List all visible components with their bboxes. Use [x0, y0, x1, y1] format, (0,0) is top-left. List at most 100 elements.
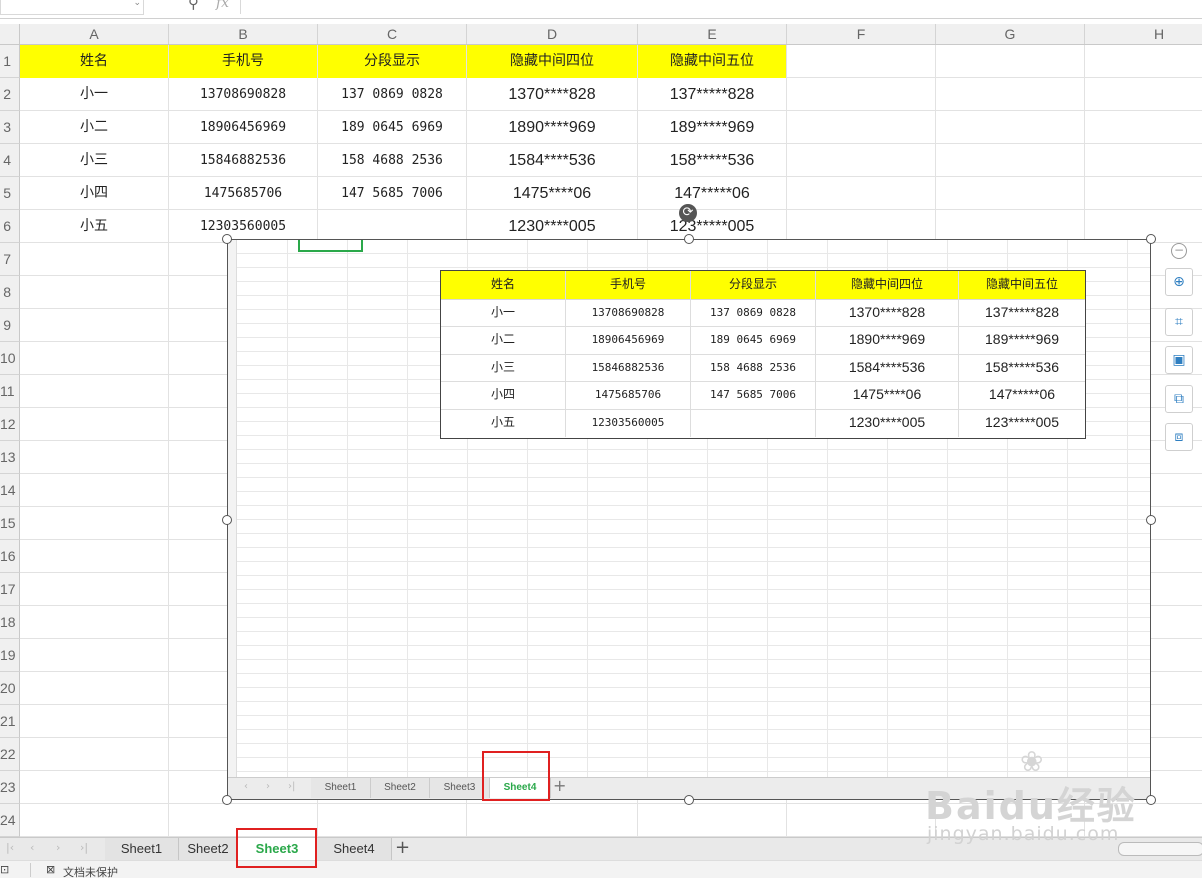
table-cell[interactable]: 18906456969	[169, 111, 317, 144]
table-cell[interactable]: 小一	[20, 78, 168, 111]
formula-bar: ⌄ ⚲ fx	[0, 0, 1202, 19]
resize-handle-ne[interactable]	[1146, 234, 1156, 244]
picture-cell: 12303560005	[566, 409, 691, 437]
resize-handle-n[interactable]	[684, 234, 694, 244]
picture-table-row: 小四 1475685706 147 5685 7006 1475****06 1…	[441, 381, 1085, 410]
zoom-icon[interactable]: ⚲	[188, 0, 199, 12]
resize-handle-se[interactable]	[1146, 795, 1156, 805]
picture-cell: 123*****005	[985, 414, 1059, 430]
table-cell[interactable]: 1370****828	[467, 78, 637, 111]
tab-sheet2[interactable]: Sheet2	[179, 838, 238, 860]
row-header[interactable]: 11	[0, 375, 20, 408]
table-cell[interactable]: 189*****969	[638, 111, 786, 144]
last-sheet-icon[interactable]: ›|	[80, 841, 88, 854]
zoom-in-icon[interactable]: ⊕	[1165, 268, 1193, 296]
select-image-icon[interactable]: ▣	[1165, 346, 1193, 374]
row-header[interactable]: 22	[0, 738, 20, 771]
picture-cell: 小一	[441, 298, 566, 327]
row-header[interactable]: 19	[0, 639, 20, 672]
row-header[interactable]: 10	[0, 342, 20, 375]
first-sheet-icon[interactable]: |‹	[6, 841, 14, 854]
table-cell[interactable]: 1890****969	[467, 111, 637, 144]
table-cell[interactable]: 147 5685 7006	[318, 177, 466, 210]
image-settings-icon[interactable]: ⧈	[1165, 423, 1193, 451]
row-header[interactable]: 15	[0, 507, 20, 540]
row-header[interactable]: 7	[0, 243, 20, 276]
select-all-corner[interactable]	[0, 24, 20, 44]
table-cell[interactable]: 189 0645 6969	[318, 111, 466, 144]
column-header-c[interactable]: C	[318, 24, 467, 44]
table-cell[interactable]: 15846882536	[169, 144, 317, 177]
row-header[interactable]: 1	[0, 45, 20, 78]
table-cell[interactable]: 1584****536	[467, 144, 637, 177]
table-cell[interactable]: 小三	[20, 144, 168, 177]
column-header-b[interactable]: B	[169, 24, 318, 44]
row-header[interactable]: 16	[0, 540, 20, 573]
picture-cell: 15846882536	[566, 353, 691, 382]
row-header[interactable]: 24	[0, 804, 20, 837]
row-header[interactable]: 18	[0, 606, 20, 639]
collapse-toolbar-button[interactable]: −	[1171, 243, 1187, 259]
header-cell[interactable]: 隐藏中间四位	[467, 45, 637, 78]
table-cell[interactable]: 137*****828	[638, 78, 786, 111]
crop-icon[interactable]: ⌗	[1165, 308, 1193, 336]
macro-icon[interactable]: ⊡	[0, 863, 9, 876]
row-header[interactable]: 2	[0, 78, 20, 111]
row-header[interactable]: 12	[0, 408, 20, 441]
column-header-e[interactable]: E	[638, 24, 787, 44]
rotate-icon[interactable]: ⟳	[679, 204, 697, 222]
fx-label[interactable]: fx	[216, 0, 229, 11]
column-header-h[interactable]: H	[1085, 24, 1202, 44]
header-cell[interactable]: 分段显示	[318, 45, 466, 78]
row-header[interactable]: 17	[0, 573, 20, 606]
header-cell[interactable]: 手机号	[169, 45, 317, 78]
resize-handle-w[interactable]	[222, 515, 232, 525]
column-header-d[interactable]: D	[467, 24, 638, 44]
table-cell[interactable]: 1475****06	[467, 177, 637, 210]
table-cell[interactable]: 158 4688 2536	[318, 144, 466, 177]
row-header[interactable]: 14	[0, 474, 20, 507]
header-cell[interactable]: 姓名	[20, 45, 168, 78]
row-header[interactable]: 23	[0, 771, 20, 804]
tab-sheet4[interactable]: Sheet4	[317, 838, 392, 860]
header-cell[interactable]: 隐藏中间五位	[638, 45, 786, 78]
name-box[interactable]: ⌄	[0, 0, 144, 15]
row-header[interactable]: 8	[0, 276, 20, 309]
scrollbar-thumb[interactable]	[1118, 842, 1202, 856]
table-cell[interactable]: 13708690828	[169, 78, 317, 111]
row-header[interactable]: 3	[0, 111, 20, 144]
column-header-a[interactable]: A	[20, 24, 169, 44]
row-header[interactable]: 5	[0, 177, 20, 210]
replace-image-icon[interactable]: ⧉	[1165, 385, 1193, 413]
formula-input[interactable]	[240, 0, 1202, 14]
pasted-picture[interactable]: 姓名 手机号 分段显示 隐藏中间四位 隐藏中间五位 小一 13708690828…	[227, 239, 1151, 800]
table-cell[interactable]: 小五	[20, 210, 168, 243]
row-header[interactable]: 4	[0, 144, 20, 177]
tab-sheet1[interactable]: Sheet1	[105, 838, 179, 860]
resize-handle-e[interactable]	[1146, 515, 1156, 525]
row-header[interactable]: 9	[0, 309, 20, 342]
chevron-down-icon[interactable]: ⌄	[133, 0, 141, 8]
document-protection-status[interactable]: 文档未保护	[63, 864, 118, 880]
table-cell[interactable]: 1475685706	[169, 177, 317, 210]
row-header[interactable]: 6	[0, 210, 20, 243]
table-cell[interactable]: 小四	[20, 177, 168, 210]
row-header[interactable]: 13	[0, 441, 20, 474]
resize-handle-nw[interactable]	[222, 234, 232, 244]
table-cell[interactable]: 137 0869 0828	[318, 78, 466, 111]
picture-cell: 13708690828	[566, 298, 691, 327]
column-header-g[interactable]: G	[936, 24, 1085, 44]
chevron-left-icon[interactable]: ‹	[30, 841, 34, 854]
row-header[interactable]: 21	[0, 705, 20, 738]
row-header[interactable]: 20	[0, 672, 20, 705]
table-cell[interactable]: 158*****536	[638, 144, 786, 177]
table-cell[interactable]: 147*****06	[638, 177, 786, 210]
resize-handle-sw[interactable]	[222, 795, 232, 805]
horizontal-scrollbar[interactable]	[1088, 842, 1202, 856]
table-cell[interactable]: 小二	[20, 111, 168, 144]
chevron-right-icon[interactable]: ›	[56, 841, 60, 854]
column-header-f[interactable]: F	[787, 24, 936, 44]
add-sheet-button[interactable]: +	[395, 837, 410, 858]
resize-handle-s[interactable]	[684, 795, 694, 805]
shield-icon[interactable]: ⊠	[46, 863, 55, 876]
